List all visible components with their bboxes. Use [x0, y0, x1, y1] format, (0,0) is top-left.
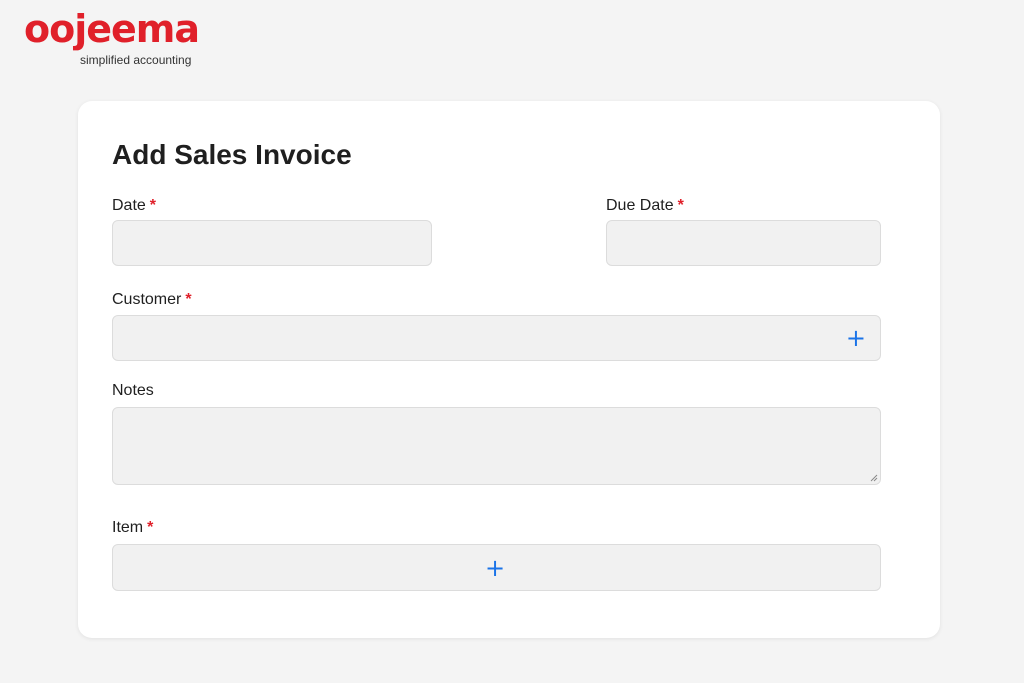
brand-name: oojeema	[24, 7, 200, 51]
due-date-input[interactable]	[606, 220, 881, 266]
date-label: Date *	[112, 197, 157, 214]
required-marker: *	[677, 197, 684, 214]
brand-tagline: simplified accounting	[80, 53, 192, 67]
required-marker: *	[147, 519, 154, 536]
required-marker: *	[185, 291, 192, 308]
notes-textarea[interactable]	[112, 407, 881, 485]
add-item-plus-icon[interactable]: +	[485, 556, 505, 580]
item-label: Item *	[112, 519, 154, 536]
date-input[interactable]	[112, 220, 432, 266]
invoice-form-card: Add Sales Invoice Date * Due Date * Custom…	[78, 101, 940, 638]
customer-input[interactable]: +	[112, 315, 881, 361]
add-customer-plus-icon[interactable]: +	[846, 326, 866, 350]
add-item-button[interactable]: +	[112, 544, 881, 591]
page-title: Add Sales Invoice	[112, 139, 352, 170]
due-date-label: Due Date *	[606, 197, 684, 214]
resize-handle-icon[interactable]	[868, 472, 878, 482]
required-marker: *	[149, 197, 157, 214]
customer-label: Customer *	[112, 291, 192, 308]
brand-logo: oojeema simplified accounting	[24, 10, 200, 68]
notes-label: Notes	[112, 382, 154, 399]
